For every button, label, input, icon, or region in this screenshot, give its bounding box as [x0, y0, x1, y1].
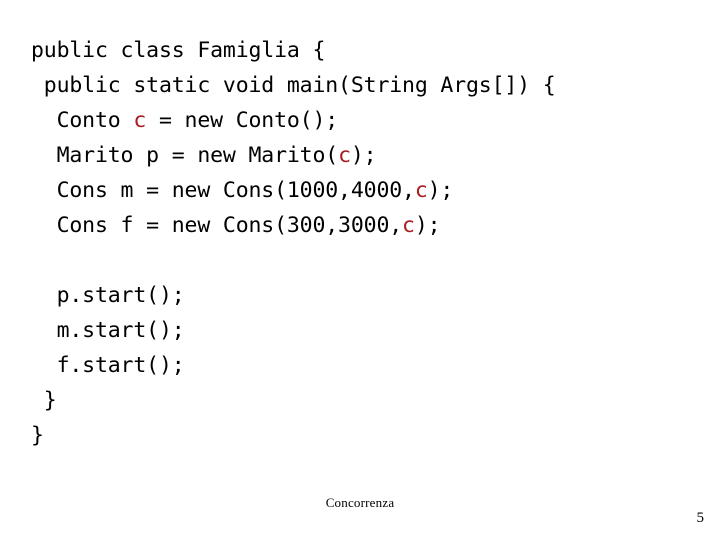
- code-token: Cons f = new Cons(300,3000,: [31, 213, 403, 238]
- slide-canvas: public class Famiglia { public static vo…: [0, 0, 720, 540]
- code-token: Conto: [31, 108, 134, 133]
- code-token-shared-var: c: [414, 178, 428, 203]
- code-line: }: [31, 418, 691, 453]
- code-line: Cons m = new Cons(1000,4000,c);: [31, 173, 691, 208]
- code-token: );: [414, 213, 441, 238]
- code-line: Marito p = new Marito(c);: [31, 138, 691, 173]
- code-token-shared-var: c: [402, 213, 415, 238]
- code-line: f.start();: [31, 348, 691, 383]
- code-block: public class Famiglia { public static vo…: [31, 33, 691, 453]
- code-line: Conto c = new Conto();: [31, 103, 691, 138]
- code-line: p.start();: [31, 278, 691, 313]
- code-token-shared-var: c: [133, 108, 147, 133]
- code-token-shared-var: c: [338, 143, 351, 168]
- code-token: );: [427, 178, 454, 203]
- slide-footer-label: Concorrenza: [325, 495, 395, 510]
- code-token: Marito p = new Marito(: [31, 143, 339, 168]
- code-token: m.start();: [31, 318, 185, 343]
- code-line: public static void main(String Args[]) {: [31, 68, 691, 103]
- code-line: public class Famiglia {: [31, 33, 691, 68]
- code-line: }: [31, 383, 691, 418]
- code-line: m.start();: [31, 313, 691, 348]
- code-token: p.start();: [31, 283, 185, 308]
- code-token: );: [350, 143, 377, 168]
- code-token: f.start();: [31, 353, 185, 378]
- code-token: }: [31, 423, 44, 448]
- code-line: Cons f = new Cons(300,3000,c);: [31, 208, 691, 243]
- code-token: = new Conto();: [146, 108, 339, 133]
- code-token: public class Famiglia {: [31, 38, 326, 63]
- code-token: }: [31, 388, 57, 413]
- code-token: public static void main(String Args[]) {: [31, 73, 556, 98]
- code-token: Cons m = new Cons(1000,4000,: [31, 178, 415, 203]
- slide-page-number: 5: [696, 510, 705, 526]
